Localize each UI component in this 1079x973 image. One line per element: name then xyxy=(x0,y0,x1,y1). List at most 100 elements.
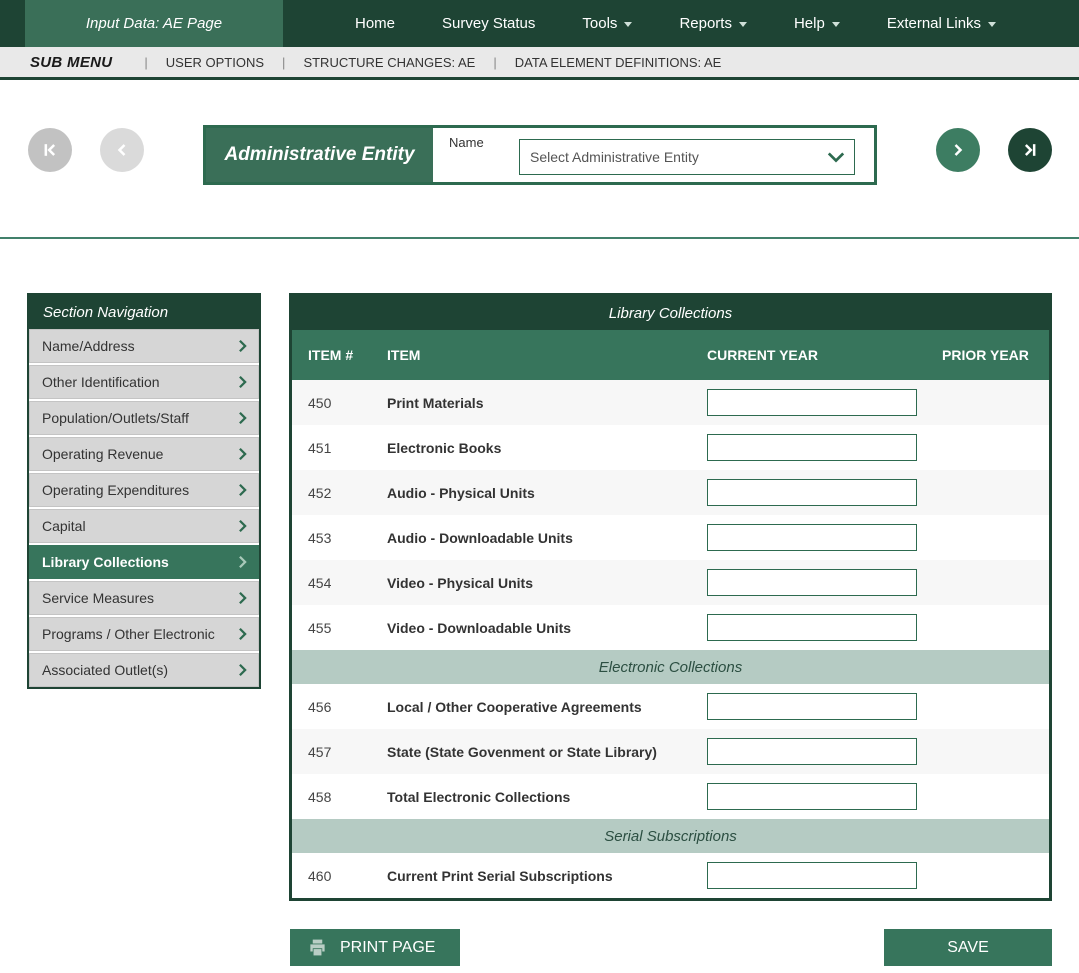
nav-item-survey-status[interactable]: Survey Status xyxy=(442,15,535,32)
sidebar-item-label: Name/Address xyxy=(42,338,135,354)
sidebar-item-label: Population/Outlets/Staff xyxy=(42,410,189,426)
table-row-458: 458 Total Electronic Collections xyxy=(292,774,1049,819)
caret-down-icon xyxy=(739,22,747,27)
item-number-cell: 456 xyxy=(292,699,387,715)
current-year-cell xyxy=(707,434,942,461)
entity-select-wrap: Select Administrative Entity xyxy=(519,139,855,175)
nav-item-label: Tools xyxy=(582,15,617,32)
current-year-input[interactable] xyxy=(707,738,917,765)
sidebar-item-name-address[interactable]: Name/Address xyxy=(29,329,259,363)
table-section-header: Electronic Collections xyxy=(292,650,1049,684)
current-year-input[interactable] xyxy=(707,479,917,506)
last-record-button[interactable] xyxy=(1008,128,1052,172)
column-header-item-number: ITEM # xyxy=(292,347,387,363)
item-name-cell: Electronic Books xyxy=(387,440,707,456)
previous-record-button[interactable] xyxy=(100,128,144,172)
chevron-right-icon xyxy=(237,483,248,497)
column-header-current-year: CURRENT YEAR xyxy=(707,347,942,363)
sidebar-item-label: Other Identification xyxy=(42,374,160,390)
submenu-item-user-options[interactable]: USER OPTIONS xyxy=(166,55,264,70)
nav-item-label: Home xyxy=(355,15,395,32)
column-header-prior-year: PRIOR YEAR xyxy=(942,347,1049,363)
item-number-cell: 455 xyxy=(292,620,387,636)
nav-item-home[interactable]: Home xyxy=(355,15,395,32)
sidebar-item-label: Associated Outlet(s) xyxy=(42,662,168,678)
table-row-450: 450 Print Materials xyxy=(292,380,1049,425)
sidebar-item-operating-expenditures[interactable]: Operating Expenditures xyxy=(29,473,259,507)
current-year-input[interactable] xyxy=(707,389,917,416)
item-number-cell: 454 xyxy=(292,575,387,591)
table-header-row: ITEM # ITEM CURRENT YEAR PRIOR YEAR xyxy=(292,330,1049,380)
current-year-cell xyxy=(707,738,942,765)
item-name-cell: Video - Physical Units xyxy=(387,575,707,591)
sidebar-item-associated-outlet-s[interactable]: Associated Outlet(s) xyxy=(29,653,259,687)
item-name-cell: Audio - Physical Units xyxy=(387,485,707,501)
item-number-cell: 450 xyxy=(292,395,387,411)
current-year-cell xyxy=(707,479,942,506)
sidebar-item-capital[interactable]: Capital xyxy=(29,509,259,543)
submenu-title: SUB MENU xyxy=(30,54,112,71)
section-divider xyxy=(0,237,1079,239)
sidebar-item-library-collections[interactable]: Library Collections xyxy=(29,545,259,579)
caret-down-icon xyxy=(988,22,996,27)
next-record-button[interactable] xyxy=(936,128,980,172)
sidebar-item-label: Service Measures xyxy=(42,590,154,606)
table-row-453: 453 Audio - Downloadable Units xyxy=(292,515,1049,560)
submenu-item-data-element-definitions-ae[interactable]: DATA ELEMENT DEFINITIONS: AE xyxy=(515,55,722,70)
sidebar-item-label: Operating Expenditures xyxy=(42,482,189,498)
current-year-input[interactable] xyxy=(707,693,917,720)
main-content: Section Navigation Name/Address Other Id… xyxy=(0,293,1079,901)
sidebar-item-label: Capital xyxy=(42,518,86,534)
current-year-input[interactable] xyxy=(707,524,917,551)
current-year-input[interactable] xyxy=(707,614,917,641)
chevron-right-icon xyxy=(237,627,248,641)
table-body: 450 Print Materials 451 Electronic Books… xyxy=(292,380,1049,898)
save-button[interactable]: SAVE xyxy=(884,929,1052,966)
submenu-item-structure-changes-ae[interactable]: STRUCTURE CHANGES: AE xyxy=(303,55,475,70)
entity-selector-row: Administrative Entity Name Select Admini… xyxy=(0,125,1079,185)
sidebar-item-other-identification[interactable]: Other Identification xyxy=(29,365,259,399)
current-year-cell xyxy=(707,569,942,596)
submenu-items: |USER OPTIONS|STRUCTURE CHANGES: AE|DATA… xyxy=(144,55,721,70)
nav-item-external-links[interactable]: External Links xyxy=(887,15,996,32)
sidebar-item-service-measures[interactable]: Service Measures xyxy=(29,581,259,615)
current-year-input[interactable] xyxy=(707,569,917,596)
print-page-label: PRINT PAGE xyxy=(340,939,435,957)
current-year-input[interactable] xyxy=(707,862,917,889)
first-record-button[interactable] xyxy=(28,128,72,172)
table-row-451: 451 Electronic Books xyxy=(292,425,1049,470)
current-year-input[interactable] xyxy=(707,783,917,810)
table-row-455: 455 Video - Downloadable Units xyxy=(292,605,1049,650)
sidebar-item-population-outlets-staff[interactable]: Population/Outlets/Staff xyxy=(29,401,259,435)
current-year-cell xyxy=(707,524,942,551)
sidebar-item-operating-revenue[interactable]: Operating Revenue xyxy=(29,437,259,471)
current-year-cell xyxy=(707,389,942,416)
item-number-cell: 453 xyxy=(292,530,387,546)
current-year-cell xyxy=(707,693,942,720)
nav-item-label: Help xyxy=(794,15,825,32)
item-name-cell: Print Materials xyxy=(387,395,707,411)
active-page-tab[interactable]: Input Data: AE Page xyxy=(25,0,283,47)
caret-down-icon xyxy=(624,22,632,27)
administrative-entity-panel: Administrative Entity Name Select Admini… xyxy=(203,125,877,185)
print-page-button[interactable]: PRINT PAGE xyxy=(290,929,460,966)
current-year-cell xyxy=(707,614,942,641)
table-row-452: 452 Audio - Physical Units xyxy=(292,470,1049,515)
nav-item-tools[interactable]: Tools xyxy=(582,15,632,32)
administrative-entity-select[interactable]: Select Administrative Entity xyxy=(519,139,855,175)
nav-item-help[interactable]: Help xyxy=(794,15,840,32)
nav-item-reports[interactable]: Reports xyxy=(679,15,747,32)
sidebar-item-programs-other-electronic[interactable]: Programs / Other Electronic xyxy=(29,617,259,651)
sidebar-item-label: Operating Revenue xyxy=(42,446,163,462)
chevron-right-icon xyxy=(237,591,248,605)
nav-item-label: Survey Status xyxy=(442,15,535,32)
submenu-separator: | xyxy=(282,55,285,70)
entity-fields: Name Select Administrative Entity xyxy=(433,128,874,182)
table-row-454: 454 Video - Physical Units xyxy=(292,560,1049,605)
chevron-right-icon xyxy=(237,411,248,425)
top-nav-items: Home Survey Status Tools Reports Help Ex… xyxy=(355,0,996,47)
first-record-icon xyxy=(40,140,60,160)
item-name-cell: Local / Other Cooperative Agreements xyxy=(387,699,707,715)
sidebar-items: Name/Address Other Identification Popula… xyxy=(29,329,259,687)
current-year-input[interactable] xyxy=(707,434,917,461)
